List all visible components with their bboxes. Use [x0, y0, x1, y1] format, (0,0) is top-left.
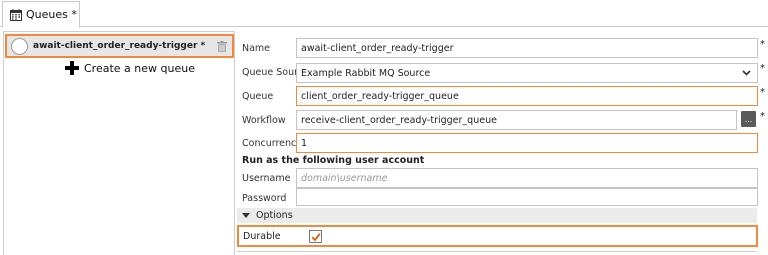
options-section-toggle[interactable]: Options: [237, 208, 757, 223]
concurrency-input[interactable]: 1: [296, 133, 758, 153]
queue-item-name: await-client_order_ready-trigger *: [33, 41, 206, 51]
durable-label: Durable: [243, 231, 281, 242]
user-account-section-title: Run as the following user account: [242, 155, 425, 166]
name-value: await-client_order_ready-trigger: [301, 42, 454, 54]
create-queue-link[interactable]: Create a new queue: [65, 61, 195, 75]
workflow-required-marker: *: [760, 111, 765, 122]
password-input[interactable]: [296, 188, 758, 206]
workflow-value: receive-client_order_ready-trigger_queue: [301, 114, 497, 126]
queue-input[interactable]: client_order_ready-trigger_queue: [296, 86, 758, 106]
tab-bar: Queues *: [0, 0, 768, 28]
name-required-marker: *: [760, 39, 765, 50]
checkmark-icon: [311, 233, 321, 242]
name-label: Name: [242, 43, 271, 54]
queue-value: client_order_ready-trigger_queue: [301, 90, 459, 102]
username-input[interactable]: domain\username: [296, 168, 758, 188]
queue-source-select[interactable]: Example Rabbit MQ Source: [296, 63, 758, 83]
queue-form: Name await-client_order_ready-trigger * …: [237, 31, 768, 255]
tab-queues[interactable]: Queues *: [2, 1, 80, 28]
password-label: Password: [242, 193, 287, 204]
calendar-icon: [10, 8, 22, 21]
queue-required-marker: *: [760, 87, 765, 98]
tab-label: Queues *: [26, 8, 77, 21]
username-placeholder: domain\username: [301, 172, 388, 184]
workflow-browse-button[interactable]: ...: [741, 111, 756, 127]
form-bottom-divider: [237, 251, 757, 252]
plus-icon: [65, 61, 79, 75]
chevron-down-icon: [742, 70, 751, 76]
username-label: Username: [242, 173, 291, 184]
queue-list-panel: await-client_order_ready-trigger * Creat…: [3, 31, 235, 255]
trash-icon[interactable]: [217, 41, 227, 52]
durable-row: Durable: [237, 225, 758, 247]
queue-source-required-marker: *: [760, 63, 765, 74]
options-label: Options: [256, 210, 293, 221]
queue-list-item[interactable]: await-client_order_ready-trigger *: [5, 34, 234, 58]
workflow-label: Workflow: [242, 115, 286, 126]
status-circle-icon: [11, 37, 28, 55]
queue-source-value: Example Rabbit MQ Source: [301, 67, 431, 79]
concurrency-value: 1: [301, 137, 308, 149]
create-queue-label: Create a new queue: [84, 61, 195, 75]
concurrency-label: Concurrency: [242, 138, 302, 149]
triangle-down-icon: [242, 213, 250, 218]
name-input[interactable]: await-client_order_ready-trigger: [296, 38, 758, 58]
durable-checkbox[interactable]: [309, 230, 322, 243]
workflow-input[interactable]: receive-client_order_ready-trigger_queue: [296, 110, 737, 130]
queue-label: Queue: [242, 91, 274, 102]
